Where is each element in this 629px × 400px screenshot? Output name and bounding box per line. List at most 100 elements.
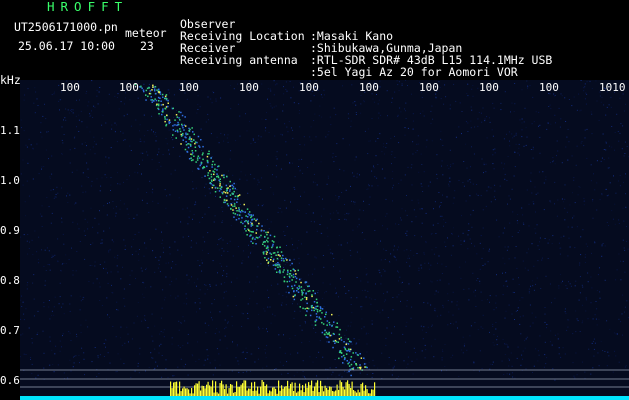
noise-pixel	[43, 302, 45, 304]
noise-pixel	[614, 132, 616, 133]
noise-pixel	[587, 272, 589, 274]
noise-pixel	[431, 249, 433, 251]
meteor-trace-pixel	[180, 143, 182, 145]
meteor-trace-pixel	[258, 222, 260, 225]
noise-pixel	[78, 354, 80, 356]
noise-pixel	[592, 199, 594, 200]
noise-pixel	[470, 127, 472, 129]
noise-pixel	[118, 108, 120, 110]
noise-pixel	[548, 106, 550, 107]
noise-pixel	[78, 228, 80, 230]
noise-pixel	[123, 103, 125, 105]
noise-pixel	[434, 201, 436, 203]
noise-pixel	[283, 104, 284, 106]
noise-pixel	[315, 136, 317, 138]
noise-pixel	[418, 202, 420, 204]
noise-pixel	[69, 149, 71, 151]
meteor-trace-pixel	[177, 124, 179, 126]
noise-pixel	[275, 105, 277, 107]
noise-pixel	[514, 83, 516, 84]
noise-pixel	[335, 114, 337, 116]
noise-pixel	[223, 250, 225, 252]
noise-pixel	[618, 140, 620, 142]
noise-pixel	[286, 226, 288, 228]
noise-pixel	[155, 228, 157, 230]
meteor-trace-pixel	[211, 163, 213, 166]
noise-pixel	[589, 80, 591, 82]
noise-pixel	[234, 209, 236, 211]
noise-pixel	[442, 174, 444, 176]
meteor-trace-pixel	[298, 287, 301, 289]
noise-pixel	[526, 336, 528, 338]
noise-pixel	[247, 256, 249, 258]
noise-pixel	[279, 361, 281, 363]
noise-pixel	[385, 215, 387, 217]
noise-pixel	[196, 161, 198, 163]
noise-pixel	[623, 247, 625, 249]
noise-pixel	[262, 327, 264, 329]
meteor-trace-pixel	[245, 230, 247, 232]
noise-pixel	[110, 177, 112, 178]
noise-pixel	[62, 263, 63, 264]
noise-pixel	[289, 81, 291, 82]
noise-pixel	[618, 318, 620, 320]
noise-pixel	[406, 321, 408, 323]
noise-pixel	[508, 304, 510, 306]
noise-pixel	[115, 371, 117, 373]
meteor-trace-pixel	[216, 173, 218, 175]
noise-pixel	[258, 181, 260, 183]
noise-pixel	[289, 290, 291, 292]
noise-pixel	[161, 355, 163, 356]
noise-pixel	[595, 318, 597, 320]
info-value: :5el Yagi Az 20 for Aomori VOR	[310, 65, 518, 79]
noise-pixel	[348, 290, 350, 292]
meteor-trace-pixel	[230, 198, 232, 200]
noise-pixel	[298, 103, 300, 105]
noise-pixel	[333, 107, 335, 109]
meteor-trace-pixel	[239, 211, 242, 213]
noise-pixel	[62, 335, 63, 337]
noise-pixel	[97, 357, 99, 359]
noise-pixel	[611, 210, 613, 212]
noise-pixel	[600, 340, 602, 342]
meteor-trace-pixel	[213, 173, 215, 176]
noise-pixel	[581, 361, 583, 363]
noise-pixel	[20, 334, 22, 336]
noise-pixel	[599, 267, 600, 269]
spectrum-bar	[362, 382, 364, 398]
noise-pixel	[367, 281, 369, 283]
meteor-trace-pixel	[338, 338, 341, 340]
noise-pixel	[467, 234, 469, 236]
noise-pixel	[374, 176, 376, 178]
noise-pixel	[51, 173, 53, 175]
meteor-trace-pixel	[348, 370, 350, 373]
noise-pixel	[407, 356, 409, 358]
noise-pixel	[87, 228, 89, 230]
noise-pixel	[264, 348, 266, 350]
noise-pixel	[307, 282, 309, 284]
meteor-trace-pixel	[161, 93, 164, 96]
noise-pixel	[72, 274, 74, 276]
noise-pixel	[530, 180, 532, 182]
spectrum-bar	[179, 381, 181, 398]
noise-pixel	[610, 96, 612, 98]
meteor-trace-pixel	[322, 323, 325, 325]
noise-pixel	[482, 227, 484, 229]
noise-pixel	[489, 301, 490, 303]
meteor-trace-pixel	[253, 218, 256, 220]
noise-pixel	[302, 287, 304, 289]
noise-pixel	[469, 335, 471, 337]
noise-pixel	[109, 362, 111, 364]
noise-pixel	[252, 139, 254, 141]
meteor-trace-pixel	[266, 233, 268, 236]
noise-pixel	[396, 80, 398, 82]
meteor-trace-pixel	[154, 86, 157, 88]
noise-pixel	[74, 203, 76, 205]
meteor-trace-pixel	[294, 275, 297, 278]
noise-pixel	[315, 357, 317, 358]
noise-pixel	[575, 352, 577, 354]
noise-pixel	[175, 278, 177, 280]
meteor-trace-pixel	[315, 308, 317, 310]
meteor-trace-pixel	[207, 174, 209, 177]
noise-pixel	[563, 201, 565, 203]
